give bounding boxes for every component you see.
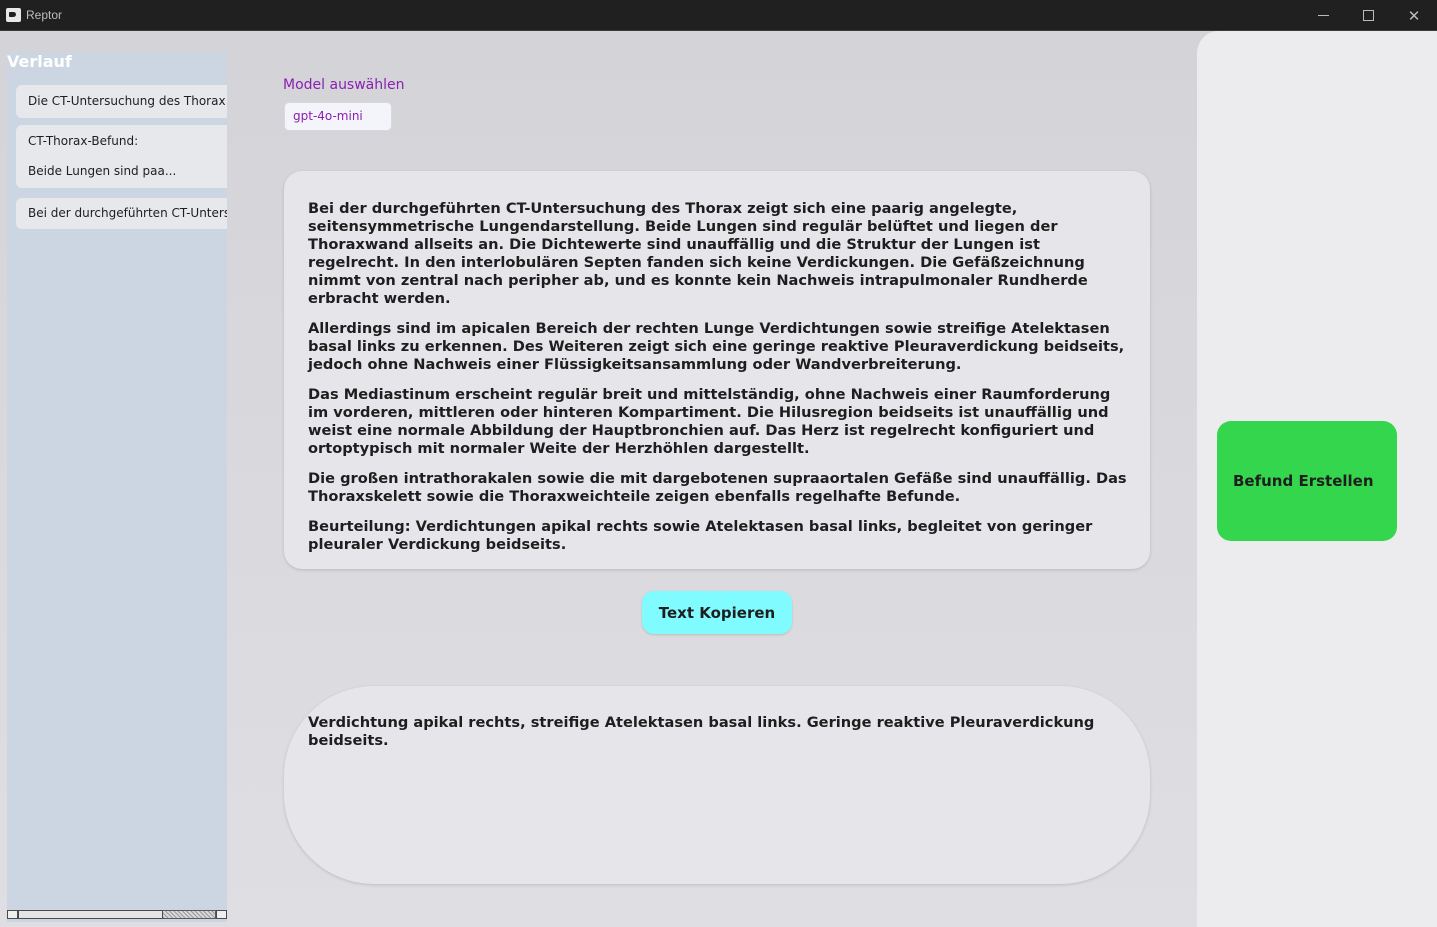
history-item-text: Beide Lungen sind paa... — [28, 164, 177, 178]
maximize-icon — [1362, 10, 1374, 21]
sidebar-title: Verlauf — [7, 52, 72, 71]
close-button[interactable]: ✕ — [1391, 0, 1437, 31]
minimize-button[interactable] — [1300, 0, 1346, 31]
maximize-button[interactable] — [1345, 0, 1391, 31]
summary-text: Verdichtung apikal rechts, streifige Ate… — [308, 714, 1095, 749]
report-paragraph: Die großen intrathorakalen sowie die mit… — [308, 470, 1127, 505]
history-sidebar: Verlauf Die CT-Untersuchung des Thorax z… — [7, 52, 227, 922]
minimize-icon — [1317, 15, 1329, 16]
history-item-text: Bei der durchgeführten CT-Untersu — [28, 206, 227, 220]
history-item[interactable]: Die CT-Untersuchung des Thorax z — [16, 85, 227, 118]
report-paragraph: Beurteilung: Verdichtungen apikal rechts… — [308, 518, 1093, 553]
model-select-label: Model auswählen — [283, 77, 405, 93]
history-item-text: Die CT-Untersuchung des Thorax z — [28, 94, 227, 108]
report-textbox[interactable]: Bei der durchgeführten CT-Untersuchung d… — [284, 171, 1150, 569]
create-report-button[interactable]: Befund Erstellen — [1217, 421, 1397, 541]
scrollbar-thumb[interactable] — [18, 910, 163, 919]
app-icon — [6, 8, 21, 22]
history-item-text: CT-Thorax-Befund: — [28, 134, 139, 148]
scroll-left-button[interactable] — [7, 910, 18, 919]
sidebar-horizontal-scrollbar[interactable] — [7, 908, 227, 921]
model-select[interactable]: gpt-4o-mini — [284, 102, 392, 131]
scroll-right-button[interactable] — [216, 910, 227, 919]
history-item[interactable]: Bei der durchgeführten CT-Untersu — [16, 198, 227, 229]
title-bar: Reptor ✕ — [0, 0, 1437, 31]
report-paragraph: Bei der durchgeführten CT-Untersuchung d… — [308, 200, 1088, 307]
history-item[interactable]: CT-Thorax-Befund: Beide Lungen sind paa.… — [16, 125, 227, 188]
window-title: Reptor — [26, 8, 63, 22]
report-paragraph: Das Mediastinum erscheint regulär breit … — [308, 386, 1111, 457]
close-icon: ✕ — [1407, 6, 1421, 25]
report-paragraph: Allerdings sind im apicalen Bereich der … — [308, 320, 1125, 373]
summary-textbox[interactable]: Verdichtung apikal rechts, streifige Ate… — [284, 686, 1150, 884]
copy-text-button[interactable]: Text Kopieren — [642, 591, 792, 634]
